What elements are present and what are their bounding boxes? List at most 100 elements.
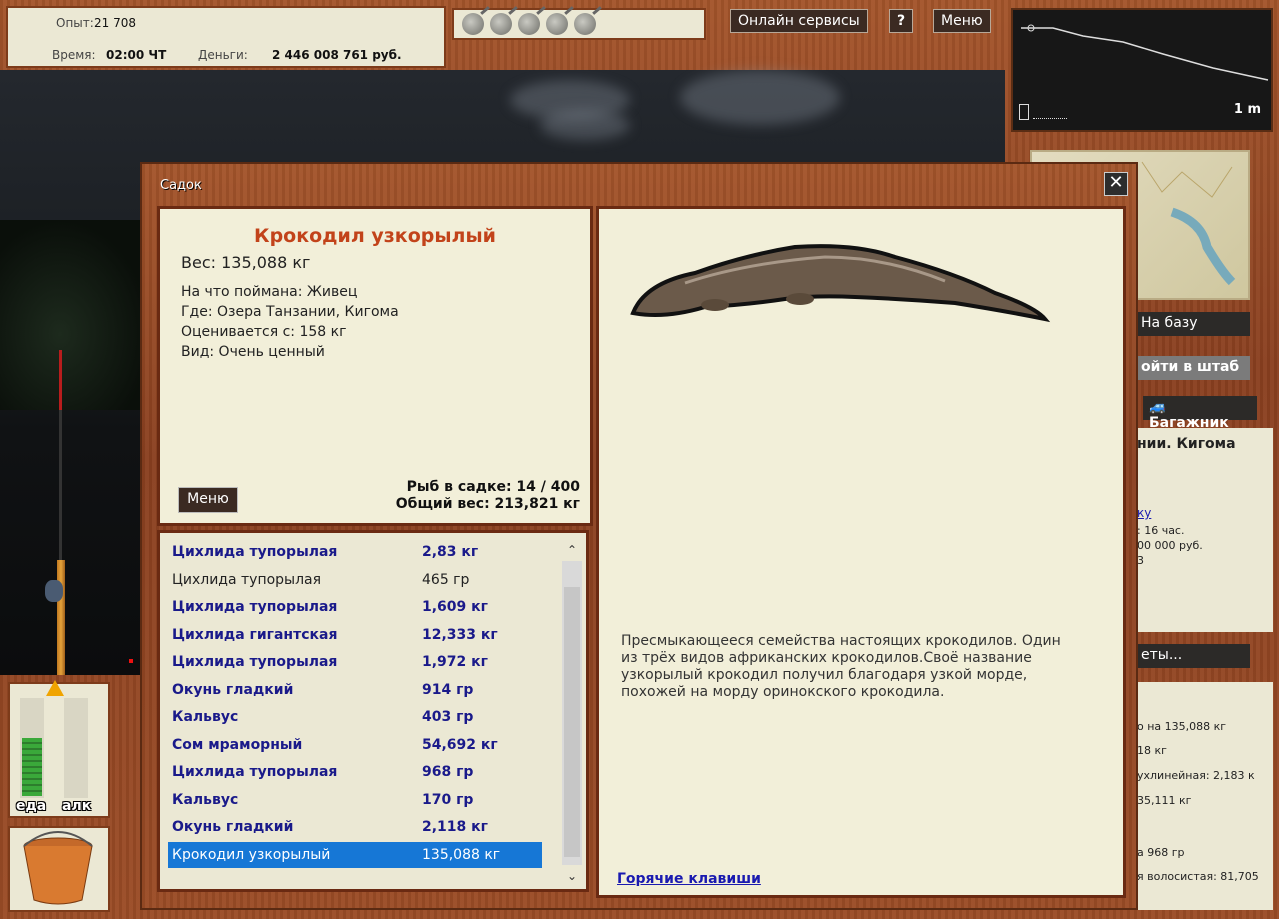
catch-list-row[interactable]: Кальвус 403 гр xyxy=(168,704,542,730)
fish-image-panel: Пресмыкающееся семейства настоящих кроко… xyxy=(596,206,1126,898)
hotkeys-link[interactable]: Горячие клавиши xyxy=(617,871,761,887)
exp-label: Опыт: xyxy=(56,16,94,30)
catch-list-row[interactable]: Кальвус 170 гр xyxy=(168,787,542,813)
catch-fish-weight: 170 гр xyxy=(422,791,474,808)
catch-fish-name: Кальвус xyxy=(172,791,239,808)
main-menu-button[interactable]: Меню xyxy=(933,9,991,33)
lure-slot-icon[interactable] xyxy=(546,13,568,35)
catch-list-row[interactable]: Цихлида тупорылая 2,83 кг xyxy=(168,539,542,565)
catch-fish-name: Крокодил узкорылый xyxy=(172,846,331,863)
catch-list-row[interactable]: Цихлида гигантская 12,333 кг xyxy=(168,622,542,648)
depth-value: 1 m xyxy=(1233,102,1261,117)
trunk-button[interactable]: 🚙 Багажник xyxy=(1143,396,1257,431)
record-line: 18 кг xyxy=(1137,744,1167,757)
catch-fish-weight: 2,83 кг xyxy=(422,544,479,560)
catch-fish-name: Цихлида тупорылая xyxy=(172,599,338,615)
depth-scale-icon xyxy=(1033,112,1067,119)
warning-icon xyxy=(46,680,64,696)
catch-fish-name: Окунь гладкий xyxy=(172,681,294,698)
time-label: Время: xyxy=(52,48,96,62)
food-meter-fill xyxy=(22,738,42,796)
catch-fish-name: Сом мраморный xyxy=(172,736,303,753)
catch-list-row[interactable]: Сом мраморный 54,692 кг xyxy=(168,732,542,758)
catch-fish-name: Цихлида гигантская xyxy=(172,626,338,643)
fish-name: Крокодил узкорылый xyxy=(254,225,496,247)
catch-list-row[interactable]: Окунь гладкий 914 гр xyxy=(168,677,542,703)
lure-slot-icon[interactable] xyxy=(574,13,596,35)
fish-location: Где: Озера Танзании, Кигома xyxy=(181,304,399,320)
money-value: 2 446 008 761 руб. xyxy=(272,48,402,62)
record-line: ухлинейная: 2,183 к xyxy=(1137,769,1255,782)
exp-value: 21 708 xyxy=(94,16,136,30)
catch-fish-name: Цихлида тупорылая xyxy=(172,544,338,560)
record-line: 35,111 кг xyxy=(1137,794,1192,807)
license-link[interactable]: ку xyxy=(1137,506,1151,520)
catch-fish-name: Цихлида тупорылая xyxy=(172,654,338,670)
fish-details: На что поймана: Живец Где: Озера Танзани… xyxy=(181,282,590,362)
catch-fish-name: Цихлида тупорылая xyxy=(172,764,338,780)
info-line: : 16 час. xyxy=(1137,524,1185,537)
fish-bait: На что поймана: Живец xyxy=(181,284,358,300)
alcohol-meter xyxy=(64,698,88,798)
lure-slot-icon[interactable] xyxy=(518,13,540,35)
scroll-thumb[interactable] xyxy=(564,587,580,857)
catch-list-row[interactable]: Цихлида тупорылая 968 гр xyxy=(168,759,542,785)
food-label: еда xyxy=(16,798,47,814)
info-line: 00 000 руб. xyxy=(1137,539,1203,552)
catch-list-row[interactable]: Окунь гладкий 2,118 кг xyxy=(168,814,542,840)
fish-rated-from: Оценивается с: 158 кг xyxy=(181,324,347,340)
player-stats: Опыт: 21 708 Время: 02:00 ЧТ Деньги: 2 4… xyxy=(6,6,446,68)
dialog-title: Садок xyxy=(160,178,202,193)
catch-list-row[interactable]: Цихлида тупорылая 1,609 кг xyxy=(168,594,542,620)
bucket-button[interactable] xyxy=(8,826,110,912)
fish-info-panel: Крокодил узкорылый Вес: 135,088 кг На чт… xyxy=(157,206,593,526)
bite-indicator xyxy=(129,659,133,663)
tree-line xyxy=(0,220,150,410)
catch-list-row[interactable]: Крокодил узкорылый 135,088 кг xyxy=(168,841,542,868)
catch-list-row[interactable]: Цихлида тупорылая 1,972 кг xyxy=(168,649,542,675)
battery-icon xyxy=(1019,104,1029,120)
keepnet-menu-button[interactable]: Меню xyxy=(178,487,238,513)
scroll-up-icon[interactable]: ⌃ xyxy=(562,539,582,561)
lure-slot-icon[interactable] xyxy=(490,13,512,35)
food-meter xyxy=(20,698,44,798)
catch-list-row[interactable]: Цихлида тупорылая 465 гр xyxy=(168,567,542,593)
depth-profile: 1 m xyxy=(1011,8,1273,132)
to-base-button[interactable]: На базу xyxy=(1135,312,1250,336)
catch-fish-weight: 54,692 кг xyxy=(422,736,498,753)
record-line: я волосистая: 81,705 xyxy=(1137,870,1259,883)
fishing-rod[interactable] xyxy=(45,350,65,675)
catch-fish-weight: 2,118 кг xyxy=(422,819,488,835)
fish-description: Пресмыкающееся семейства настоящих кроко… xyxy=(621,633,1061,700)
record-line: о на 135,088 кг xyxy=(1137,720,1227,733)
info-line: 3 xyxy=(1137,554,1144,567)
catch-fish-name: Кальвус xyxy=(172,709,239,725)
money-label: Деньги: xyxy=(198,48,248,62)
catch-fish-name: Цихлида тупорылая xyxy=(172,571,322,588)
help-button[interactable]: ? xyxy=(889,9,914,33)
online-services-button[interactable]: Онлайн сервисы xyxy=(730,9,868,33)
close-icon[interactable]: ✕ xyxy=(1104,172,1128,196)
time-value: 02:00 ЧТ xyxy=(106,48,167,62)
reel-icon xyxy=(45,580,63,602)
catch-fish-weight: 1,609 кг xyxy=(422,599,488,615)
total-weight: Общий вес: 213,821 кг xyxy=(395,496,580,512)
catch-fish-weight: 465 гр xyxy=(422,571,470,588)
lure-slots xyxy=(452,8,706,40)
fish-count: Рыб в садке: 14 / 400 xyxy=(406,479,580,495)
location-panel: нии. Кигома ку : 16 час. 00 000 руб. 3 xyxy=(1135,428,1273,632)
location-name: нии. Кигома xyxy=(1137,436,1236,452)
go-to-hq-button[interactable]: ойти в штаб xyxy=(1135,356,1250,380)
record-line: а 968 гр xyxy=(1137,846,1185,859)
catch-fish-weight: 968 гр xyxy=(422,764,474,780)
list-scrollbar[interactable]: ⌃ ⌄ xyxy=(562,539,582,887)
catch-fish-weight: 1,972 кг xyxy=(422,654,488,670)
scroll-down-icon[interactable]: ⌄ xyxy=(562,865,582,887)
tips-button[interactable]: еты... xyxy=(1135,644,1250,668)
catch-fish-weight: 914 гр xyxy=(422,681,474,698)
lure-slot-icon[interactable] xyxy=(462,13,484,35)
catch-list[interactable]: Цихлида тупорылая 2,83 кг Цихлида тупорыла… xyxy=(157,530,589,892)
keepnet-totals: Рыб в садке: 14 / 400 Общий вес: 213,821… xyxy=(396,479,580,513)
fish-kind: Вид: Очень ценный xyxy=(181,344,325,360)
bucket-icon xyxy=(23,831,93,905)
